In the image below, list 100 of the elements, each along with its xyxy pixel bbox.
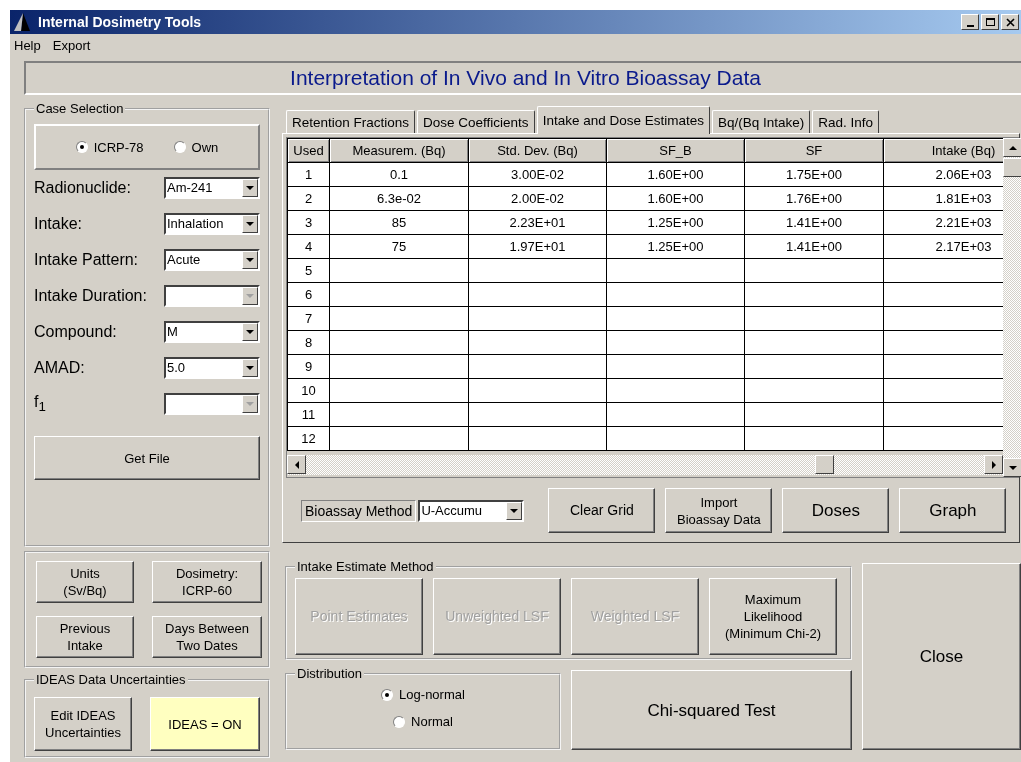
table-cell: 2.00E-02 [468,186,607,211]
radio-button[interactable] [393,715,406,728]
scroll-thumb[interactable] [1003,158,1021,177]
field-label: Intake Pattern: [34,251,139,269]
scroll-down-button[interactable] [1003,458,1021,477]
minimize-icon [966,24,974,27]
group-label: IDEAS Data Uncertainties [35,672,187,687]
tab[interactable]: Bq/(Bq Intake) [711,110,811,133]
triangle-logo-icon [14,13,30,31]
edit-uncertainties-button[interactable]: Edit IDEAS Uncertainties [34,697,132,751]
tab[interactable]: Rad. Info [812,110,880,133]
radio-button[interactable] [381,688,394,701]
radio-label[interactable]: Normal [411,714,453,729]
table-cell: 1.41E+00 [744,210,884,235]
settings-button[interactable]: Days Between Two Dates [152,615,262,658]
minimize-button[interactable] [961,14,979,30]
dropdown[interactable]: U-Accumu [418,499,525,522]
field-label: Intake: [34,215,83,233]
dropdown[interactable]: Inhalation [164,213,260,235]
table-cell: 0.1 [329,162,469,187]
dropdown[interactable]: M [164,321,260,343]
row-number: 3 [287,210,330,235]
row-number: 2 [287,186,330,211]
settings-button[interactable]: Units (Sv/Bq) [36,561,134,603]
table-cell: 2.17E+03 [883,234,1003,259]
close-button[interactable]: Close [862,563,1021,750]
grid-button[interactable]: Import Bioassay Data [665,488,773,533]
table-cell: 1.25E+00 [606,210,745,235]
row-number: 10 [287,378,330,403]
group-label: Intake Estimate Method [296,559,435,574]
close-button[interactable] [1001,14,1019,30]
radio-label[interactable]: ICRP-78 [93,139,144,155]
group-label: Distribution [296,666,364,681]
grid-button[interactable]: Clear Grid [548,488,656,533]
dropdown[interactable]: 5.0 [164,357,260,379]
column-header[interactable]: SF_B [606,138,745,163]
row-number: 1 [287,162,330,187]
radio-label[interactable]: Log-normal [399,687,465,702]
maximize-button[interactable] [981,14,999,30]
scroll-up-button[interactable] [1003,138,1021,157]
table-cell: 3.00E-02 [468,162,607,187]
dropdown[interactable]: Am-241 [164,177,260,199]
field-label: Compound: [34,323,117,341]
field-label: AMAD: [34,359,85,377]
table-cell: 2.06E+03 [883,162,1003,187]
table-cell: 1.25E+00 [606,234,745,259]
menu-item[interactable]: Help [14,37,41,53]
grid-button[interactable]: Doses [782,488,890,533]
table-cell: 1.75E+00 [744,162,884,187]
settings-button[interactable]: Previous Intake [36,615,134,658]
row-number: 11 [287,402,330,427]
tab[interactable]: Retention Fractions [286,110,416,133]
row-number: 12 [287,426,330,451]
table-cell: 6.3e-02 [329,186,469,211]
table-cell: 85 [329,210,469,235]
scroll-right-button[interactable] [984,455,1003,474]
tab[interactable]: Dose Coefficients [417,110,535,133]
maximize-icon [984,16,996,28]
field-label: f$_{1}$ [34,393,46,415]
field-label: Radionuclide: [34,179,131,197]
row-number: 5 [287,258,330,283]
scroll-left-button[interactable] [287,455,306,474]
column-header[interactable]: Used [287,138,330,163]
horizontal-scrollbar[interactable] [287,455,1003,475]
table-cell: 1.41E+00 [744,234,884,259]
method-label: Bioassay Method [301,499,417,522]
vertical-scrollbar[interactable] [1003,138,1021,477]
table-cell: 1.60E+00 [606,186,745,211]
column-header[interactable]: Intake (Bq) [883,138,1003,163]
row-number: 4 [287,234,330,259]
row-number: 6 [287,282,330,307]
table-cell: 2.23E+01 [468,210,607,235]
banner-title: Interpretation of In Vivo and In Vitro Bioassay Data [24,61,1021,95]
scroll-thumb[interactable] [815,455,834,474]
column-header[interactable]: Measurem. (Bq) [329,138,469,163]
settings-button[interactable]: Dosimetry: ICRP-60 [152,561,262,603]
radio-label[interactable]: Own [191,139,219,155]
dropdown[interactable]: Acute [164,249,260,271]
tab[interactable]: Intake and Dose Estimates [536,106,710,134]
table-cell: 2.21E+03 [883,210,1003,235]
ideas-toggle-button[interactable]: IDEAS = ON [150,697,260,751]
column-header[interactable]: Std. Dev. (Bq) [468,138,607,163]
radio-button[interactable] [173,141,186,153]
method-button[interactable]: Maximum Likelihood (Minimum Chi-2) [709,578,837,655]
column-header[interactable]: SF [744,138,884,163]
group-label: Case Selection [35,101,125,116]
field-label: Intake Duration: [34,287,147,305]
table-cell: 1.97E+01 [468,234,607,259]
table-cell: 1.60E+00 [606,162,745,187]
table-cell: 1.76E+00 [744,186,884,211]
get-file-button[interactable]: Get File [34,436,260,480]
table-cell: 1.81E+03 [883,186,1003,211]
row-number: 7 [287,306,330,331]
grid-button[interactable]: Graph [899,488,1007,533]
menu-item[interactable]: Export [52,37,91,53]
row-number: 8 [287,330,330,355]
window-title: Internal Dosimetry Tools [38,14,203,30]
radio-button[interactable] [75,141,88,153]
chi-squared-test-button[interactable]: Chi-squared Test [571,670,852,750]
table-cell: 75 [329,234,469,259]
